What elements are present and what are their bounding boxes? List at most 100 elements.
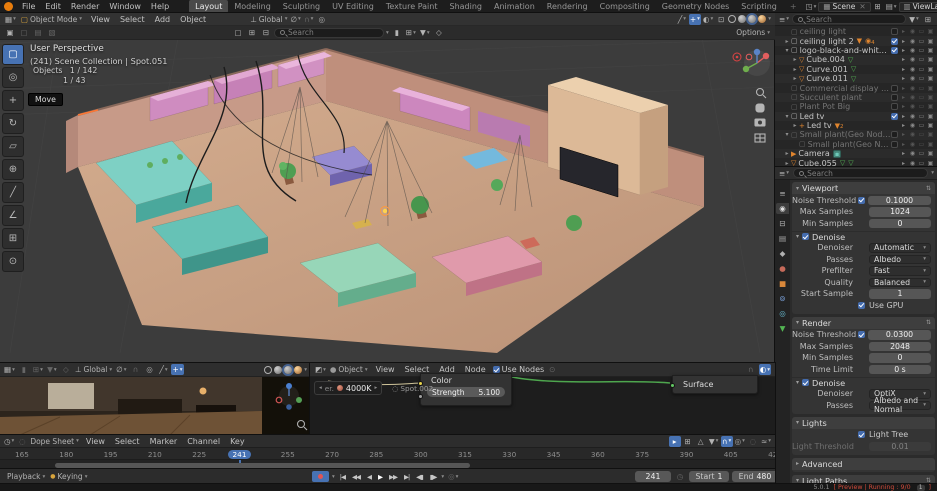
show-hidden-icon[interactable]: ⊞	[682, 436, 694, 447]
snap-magnet-icon[interactable]: ∩	[129, 364, 141, 375]
select-mode-icon-2[interactable]: ⊞	[246, 27, 258, 38]
camera-toggle-icon[interactable]: ▣	[926, 160, 935, 167]
annotate-icon[interactable]: ╱▾	[157, 364, 169, 375]
outliner-row[interactable]: ▸▽Curve.001▽▸◉▭▣	[775, 65, 937, 74]
play-button[interactable]: ▶	[376, 473, 384, 481]
expand-icon[interactable]: ▸	[783, 160, 791, 167]
shield-icon[interactable]: ◇	[433, 27, 445, 38]
outliner-row[interactable]: ▸▽Cube.055▽▽▸◉▭▣	[775, 158, 937, 167]
viewport-menu-item[interactable]: Select	[115, 13, 150, 26]
use-gpu-checkbox[interactable]	[858, 302, 865, 309]
denoise-subpanel-header[interactable]: ▾Denoise	[792, 231, 935, 242]
snap-target-icon[interactable]: ∅▾	[289, 14, 301, 25]
exclude-checkbox[interactable]	[891, 28, 898, 35]
workspace-tab[interactable]: Shading	[443, 0, 488, 13]
wireframe-shading-icon[interactable]	[264, 366, 272, 374]
outliner-row[interactable]: ▢Plant Pot Big▸◉▭▣	[775, 102, 937, 111]
pointer-icon[interactable]: ▸	[899, 160, 908, 167]
camera-toggle-icon[interactable]: ▣	[926, 75, 935, 82]
snap-magnet-icon[interactable]: ∩▾	[303, 14, 315, 25]
tab-object-data[interactable]: ▼	[776, 323, 789, 334]
camera-toggle-icon[interactable]: ▣	[926, 38, 935, 45]
search-dropdown-icon[interactable]: ▾	[386, 30, 389, 36]
monitor-icon[interactable]: ▭	[917, 75, 926, 82]
camera-toggle-icon[interactable]: ▣	[926, 113, 935, 120]
camera-view-icon[interactable]	[755, 119, 765, 126]
eye-icon[interactable]: ◉	[908, 141, 917, 148]
start-frame-field[interactable]: Start1	[689, 471, 729, 482]
automerge-icon[interactable]: ≈▾	[760, 436, 772, 447]
active-tool-icon[interactable]: ▣	[4, 27, 16, 38]
shader-canvas[interactable]: Color Strength 5.100 Surface ◂ er. 4000K…	[310, 377, 775, 435]
exclude-checkbox[interactable]	[891, 94, 898, 101]
workspace-tab[interactable]: Scripting	[735, 0, 783, 13]
workspace-tab[interactable]: Layout	[189, 0, 228, 13]
playback-dropdown[interactable]: Playback▾	[6, 471, 46, 482]
overlays-icon[interactable]: ◐▾	[702, 14, 714, 25]
ghost-icon[interactable]: ◌	[16, 436, 28, 447]
tool-option-icon-2[interactable]: ▤	[32, 27, 44, 38]
tab-physics[interactable]: ◎	[776, 308, 789, 319]
material-preview-icon[interactable]	[748, 15, 756, 23]
new-scene-button[interactable]: ⊞	[872, 1, 884, 12]
outliner-filter-icon[interactable]: ▼▾	[908, 14, 920, 25]
noise-threshold-value[interactable]: 0.0300	[868, 330, 931, 340]
mode-dropdown[interactable]: ▢Object Mode▾	[18, 14, 85, 25]
outliner-row[interactable]: ▾▢Led tv▸◉▭▣	[775, 112, 937, 121]
camera-toggle-icon[interactable]: ▣	[926, 150, 935, 157]
dope-mode-dropdown[interactable]: Dope Sheet▾	[29, 436, 80, 447]
editor-type-icon[interactable]: ◩▾	[314, 364, 327, 375]
material-output-node[interactable]: Surface	[672, 375, 758, 394]
gizmo-toggle-icon[interactable]: +▾	[171, 364, 183, 375]
only-selected-icon[interactable]: ▸	[669, 436, 681, 447]
menu-item[interactable]: Render	[66, 0, 104, 13]
scene-browse-icon[interactable]: ◳▾	[805, 1, 818, 12]
measure-tool[interactable]: ∠	[2, 205, 24, 226]
editor-type-icon[interactable]: ▦▾	[4, 14, 17, 25]
jump-to-start-button[interactable]: |◀	[338, 473, 347, 481]
eye-icon[interactable]: ◉	[908, 122, 917, 129]
xray-icon[interactable]: ⊡	[715, 14, 727, 25]
camera-toggle-icon[interactable]: ▣	[926, 103, 935, 110]
new-collection-icon[interactable]: ⊞	[922, 14, 934, 25]
monitor-icon[interactable]: ▭	[917, 85, 926, 92]
scale-tool[interactable]: ▱	[2, 136, 24, 157]
monitor-icon[interactable]: ▭	[917, 141, 926, 148]
monitor-icon[interactable]: ▭	[917, 56, 926, 63]
panel-header[interactable]: ▾Viewport⇅	[792, 182, 935, 194]
expand-icon[interactable]: ▾	[783, 113, 791, 120]
exclude-checkbox[interactable]	[891, 131, 898, 138]
panel-header[interactable]: ▸Advanced	[792, 458, 935, 470]
warning-icon[interactable]: △	[695, 436, 707, 447]
annotate-icon[interactable]: ╱▾	[676, 14, 688, 25]
dope-menu-item[interactable]: View	[81, 435, 110, 448]
light-tree-checkbox[interactable]	[858, 431, 865, 438]
camera-toggle-icon[interactable]: ▣	[926, 66, 935, 73]
exclude-checkbox[interactable]	[891, 85, 898, 92]
eye-icon[interactable]: ◉	[908, 28, 917, 35]
pointer-icon[interactable]: ▸	[899, 103, 908, 110]
monitor-icon[interactable]: ▭	[917, 103, 926, 110]
camera-toggle-icon[interactable]: ▣	[926, 47, 935, 54]
snap-target-icon[interactable]: ∅▾	[115, 364, 127, 375]
denoise-subpanel-header[interactable]: ▾Denoise	[792, 377, 935, 388]
presets-icon[interactable]: ⇅	[926, 185, 931, 192]
tool-search-input[interactable]: Search	[274, 28, 384, 38]
add-workspace-button[interactable]: +	[784, 0, 803, 13]
expand-icon[interactable]: ▸	[791, 56, 799, 63]
gizmo-toggle-icon[interactable]: +▾	[689, 14, 701, 25]
workspace-tab[interactable]: Texture Paint	[380, 0, 444, 13]
auto-key-button[interactable]	[312, 471, 329, 482]
menu-item[interactable]: Help	[146, 0, 174, 13]
passes-dropdown[interactable]: Albedo and Normal▾	[869, 401, 931, 411]
select-mode-icon-1[interactable]: ▢	[232, 27, 244, 38]
monitor-icon[interactable]: ▭	[917, 94, 926, 101]
prev-keyframe-button[interactable]: ◀◀	[350, 473, 362, 481]
monitor-icon[interactable]: ▭	[917, 28, 926, 35]
monitor-icon[interactable]: ▭	[917, 131, 926, 138]
next-keyframe-button[interactable]: ▶▶	[387, 473, 399, 481]
proportional-edit-icon[interactable]: ◎	[316, 14, 328, 25]
noise-threshold-checkbox[interactable]	[858, 197, 865, 204]
rendered-shading-icon[interactable]	[758, 15, 766, 23]
jump-to-end-button[interactable]: ▶|	[402, 473, 411, 481]
